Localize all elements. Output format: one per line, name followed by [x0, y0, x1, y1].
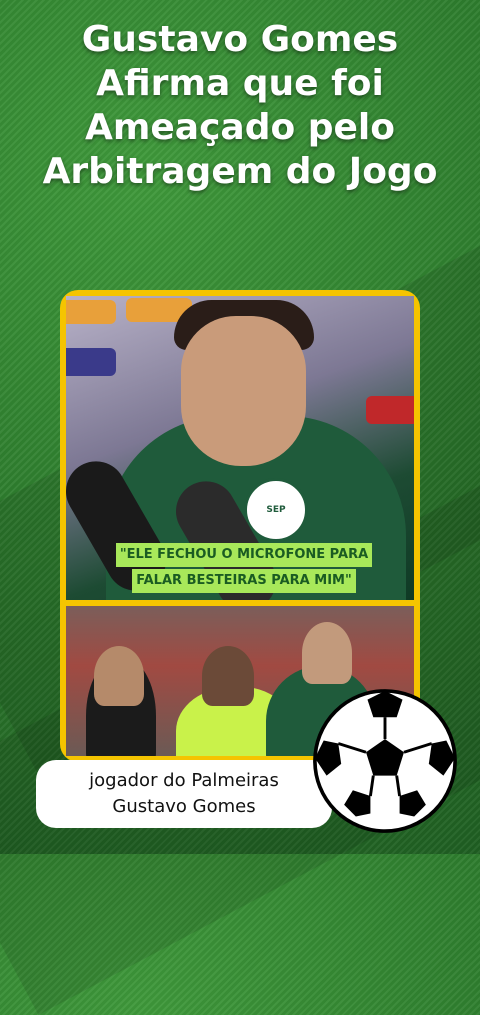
- quote-line: "ELE FECHOU O MICROFONE PARA: [115, 543, 373, 567]
- player-head: [302, 622, 352, 684]
- player-face: [181, 316, 306, 466]
- headline-line: Gustavo Gomes: [81, 19, 399, 60]
- soccer-ball-icon: [313, 689, 457, 833]
- caption-box: jogador do Palmeiras Gustavo Gomes: [36, 760, 332, 828]
- headline: Gustavo Gomes Afirma que foi Ameaçado pe…: [0, 18, 480, 194]
- background-sponsor-board: [366, 396, 414, 424]
- background-sponsor-board: [66, 300, 116, 324]
- quote-line: FALAR BESTEIRAS PARA MIM": [132, 569, 356, 593]
- headline-line: Afirma que foi: [96, 63, 384, 104]
- club-crest-icon: SEP: [244, 478, 308, 542]
- interview-photo: SEP "ELE FECHOU O MICROFONE PARA FALAR B…: [66, 296, 414, 600]
- caption-line: Gustavo Gomes: [112, 796, 256, 817]
- background-sponsor-board: [66, 348, 116, 376]
- quote-overlay: "ELE FECHOU O MICROFONE PARA FALAR BESTE…: [94, 542, 394, 594]
- caption-line: jogador do Palmeiras: [89, 770, 279, 791]
- player-figure: [94, 646, 144, 706]
- headline-line: Ameaçado pelo: [84, 107, 395, 148]
- headline-line: Arbitragem do Jogo: [42, 151, 438, 192]
- referee-head: [202, 646, 254, 706]
